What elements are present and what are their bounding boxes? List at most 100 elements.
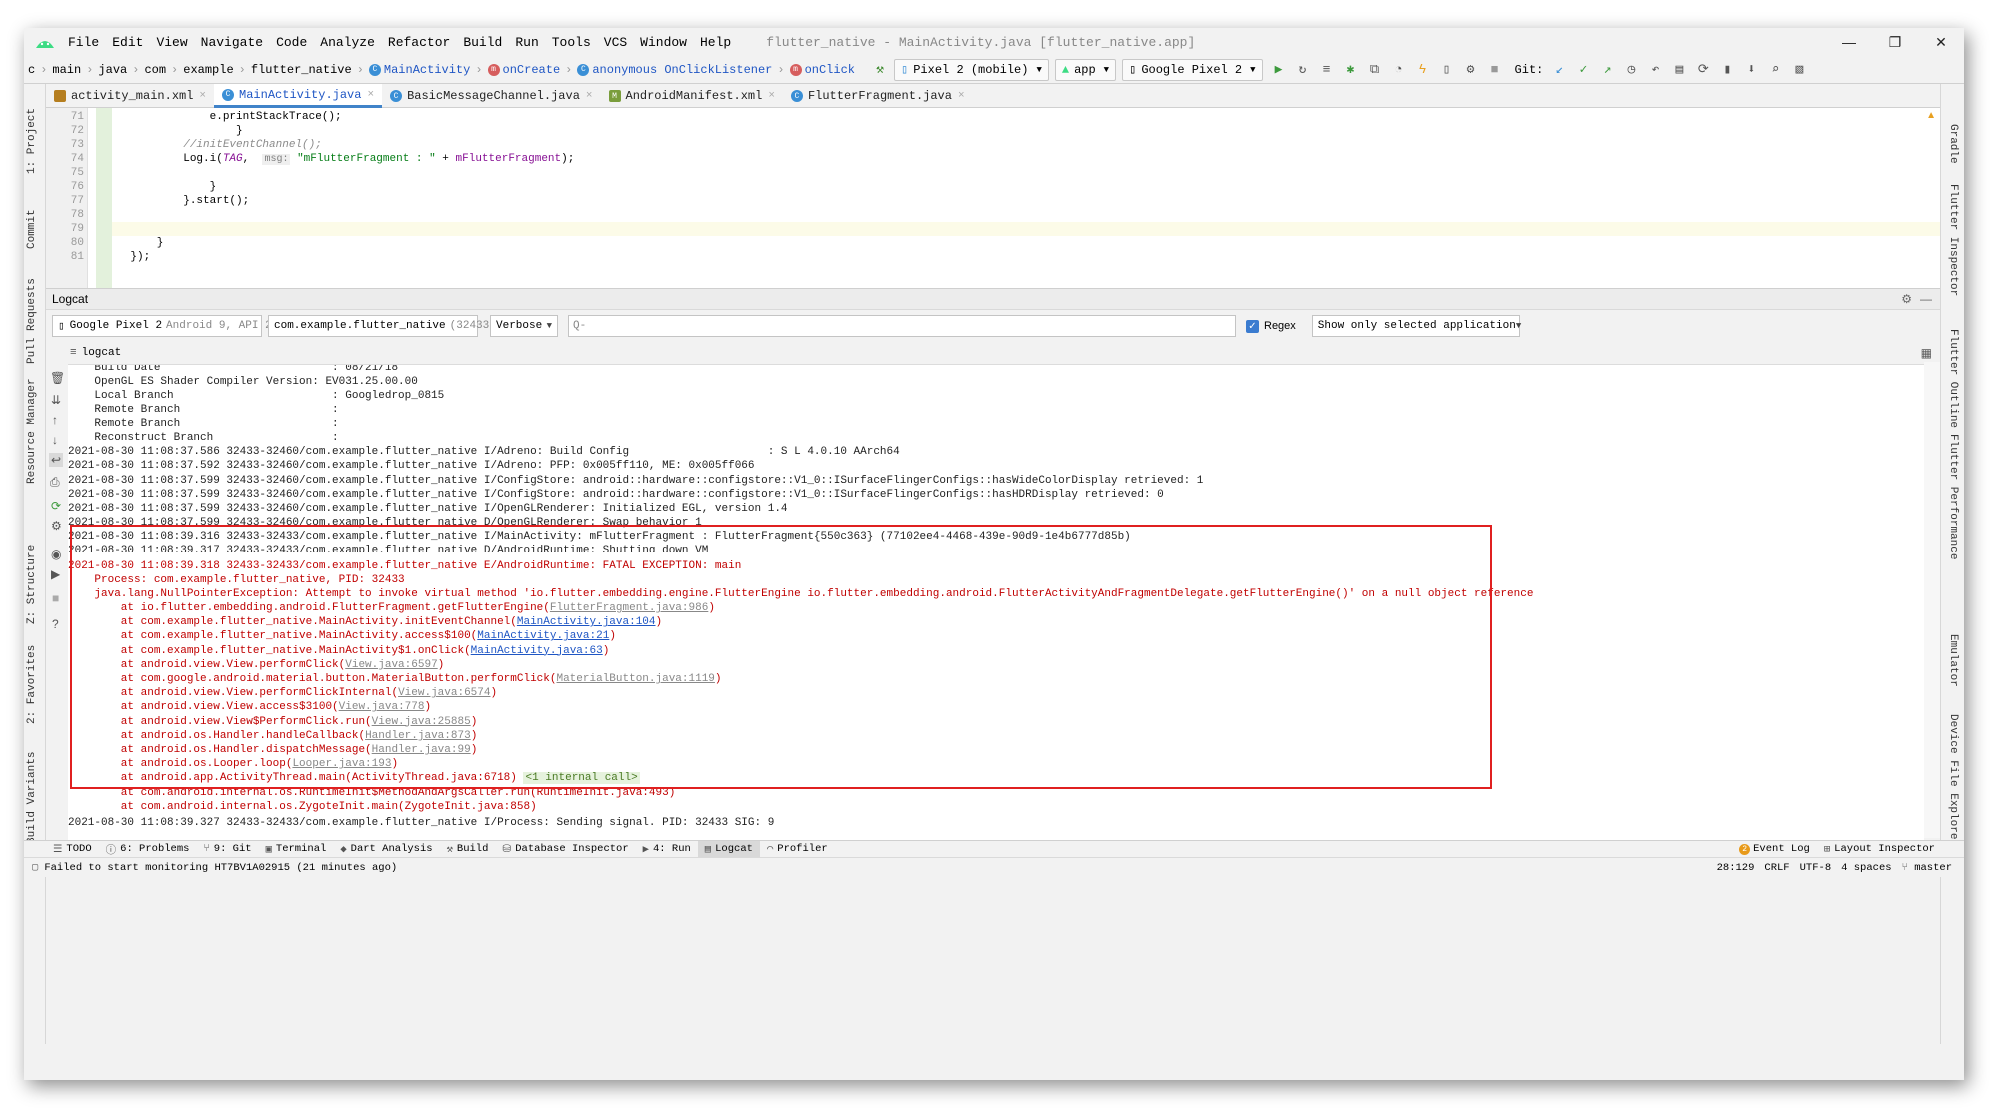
menu-file[interactable]: File [68,35,99,50]
menu-code[interactable]: Code [276,35,307,50]
log-scrollbar[interactable] [1924,362,1940,838]
breadcrumb-item[interactable]: main [49,63,84,77]
flutter-attach-icon[interactable]: ⚙ [1461,60,1481,80]
device-select[interactable]: ▯Google Pixel 2Android 9, API 2▼ [52,315,285,337]
menu-edit[interactable]: Edit [112,35,143,50]
tab-activity-main-xml[interactable]: activity_main.xml × [46,84,214,108]
source-link[interactable]: Looper.java:193 [292,758,391,770]
apply-changes-icon[interactable]: ↻ [1293,60,1313,80]
git-branch[interactable]: ⑂ master [1902,862,1952,874]
source-link[interactable]: Handler.java:873 [365,730,471,742]
tool-logcat[interactable]: ▤ Logcat [697,840,760,858]
terminate-icon[interactable]: ■ [52,591,59,605]
source-link[interactable]: FlutterFragment.java:986 [550,602,708,614]
tool-window-structure[interactable]: Z: Structure [26,545,38,624]
tool-build[interactable]: ⚒ Build [440,841,496,858]
source-link[interactable]: MainActivity.java:63 [471,645,603,657]
restart-icon[interactable]: ⟳ [51,499,61,513]
tab-basic-message-channel-java[interactable]: C BasicMessageChannel.java × [382,84,600,108]
tool-window-gradle[interactable]: Gradle [1947,124,1959,164]
close-button[interactable]: ✕ [1918,28,1964,56]
tool-window-flutter-inspector[interactable]: Flutter Inspector [1947,184,1959,296]
tool-window-emulator[interactable]: Emulator [1947,634,1959,687]
restore-button[interactable]: ❐ [1872,28,1918,56]
regex-checkbox[interactable]: ✓ Regex [1246,319,1296,333]
tool-profiler[interactable]: ◠ Profiler [760,841,835,858]
tab-flutter-fragment-java[interactable]: C FlutterFragment.java × [783,84,973,108]
hide-panel-icon[interactable]: — [1920,292,1932,306]
tab-android-manifest-xml[interactable]: M AndroidManifest.xml × [601,84,783,108]
line-separator[interactable]: CRLF [1764,862,1789,874]
tool-layout-inspector[interactable]: ⊞ Layout Inspector [1817,841,1942,858]
apply-code-changes-icon[interactable]: ≡ [1317,60,1337,80]
tool-event-log[interactable]: 2 Event Log [1732,841,1817,858]
sync-gradle-icon[interactable]: ⟳ [1693,60,1713,80]
breadcrumb-anonymous[interactable]: Canonymous OnClickListener [574,63,775,77]
menu-analyze[interactable]: Analyze [320,35,375,50]
help-icon[interactable]: ? [52,617,59,631]
soft-wrap-icon[interactable]: ↩ [49,453,64,467]
breadcrumb-class[interactable]: C MainActivity [366,63,473,77]
process-select[interactable]: com.example.flutter_native(32433)▼ [268,315,501,337]
source-link[interactable]: View.java:6574 [398,687,490,699]
tool-dart-analysis[interactable]: ◆ Dart Analysis [333,841,439,858]
flutter-hot-reload-icon[interactable]: ϟ [1413,60,1433,80]
source-link[interactable]: MaterialButton.java:1119 [556,673,714,685]
menu-window[interactable]: Window [640,35,687,50]
source-link[interactable]: Handler.java:99 [372,744,471,756]
gear-icon[interactable]: ⚙ [1901,292,1912,306]
breadcrumb-item[interactable]: java [95,63,130,77]
tool-terminal[interactable]: ▣ Terminal [259,841,334,858]
tool-window-project[interactable]: 1: Project [26,108,38,174]
breadcrumb-item[interactable]: com [141,63,169,77]
tool-database-inspector[interactable]: ⛁ Database Inspector [495,841,635,858]
sdk-manager-icon[interactable]: ⬇ [1741,60,1761,80]
run-config-dropdown[interactable]: ▲ app ▼ [1054,58,1117,81]
run-icon[interactable]: ▶ [1269,60,1289,80]
print-icon[interactable]: ⎙ [50,475,60,490]
tool-window-device-file-explorer[interactable]: Device File Explorer [1947,714,1959,846]
source-link[interactable]: View.java:778 [339,701,425,713]
file-encoding[interactable]: UTF-8 [1800,862,1832,874]
tool-window-flutter-outline[interactable]: Flutter Outline [1947,329,1959,428]
menu-run[interactable]: Run [515,35,538,50]
git-push-icon[interactable]: ↗ [1597,60,1617,80]
tool-todo[interactable]: ☰ TODO [46,841,99,858]
rollback-icon[interactable]: ↶ [1645,60,1665,80]
menu-navigate[interactable]: Navigate [201,35,263,50]
source-link[interactable]: MainActivity.java:21 [477,630,609,642]
minimize-button[interactable]: — [1826,28,1872,56]
screenshot-icon[interactable]: ◉ [51,547,61,561]
tool-window-commit[interactable]: Commit [26,209,38,249]
search-input[interactable]: Q- [568,315,1236,337]
debug-icon[interactable]: ✱ [1341,60,1361,80]
scroll-to-end-icon[interactable]: ⇊ [51,393,61,407]
source-link[interactable]: View.java:25885 [372,716,471,728]
profile-icon[interactable]: ◔ [1389,60,1409,80]
close-tab-icon[interactable]: × [586,90,593,102]
device-manager-icon[interactable]: ▯ [1437,60,1457,80]
tool-git[interactable]: ⑂ 9: Git [196,841,258,858]
user-icon[interactable]: ▧ [1789,60,1809,80]
tool-problems[interactable]: ⓘ 6: Problems [99,841,197,858]
tool-window-flutter-performance[interactable]: Flutter Performance [1947,434,1959,559]
menu-vcs[interactable]: VCS [604,35,627,50]
status-message[interactable]: Failed to start monitoring HT7BV1A02915 … [44,862,397,874]
search-icon[interactable]: ⌕ [1765,60,1785,80]
tool-window-pull-requests[interactable]: Pull Requests [26,278,38,364]
source-link[interactable]: View.java:6597 [345,659,437,671]
git-update-icon[interactable]: ↙ [1549,60,1569,80]
source-link[interactable]: MainActivity.java:104 [517,616,656,628]
tool-window-build-variants[interactable]: Build Variants [26,752,38,844]
up-stack-trace-icon[interactable]: ↑ [52,413,58,427]
git-commit-icon[interactable]: ✓ [1573,60,1593,80]
close-tab-icon[interactable]: × [199,90,206,102]
clear-logcat-icon[interactable]: 🗑 [50,371,65,385]
history-icon[interactable]: ◷ [1621,60,1641,80]
breadcrumb-method[interactable]: m onCreate [485,63,564,77]
menu-view[interactable]: View [156,35,187,50]
menu-help[interactable]: Help [700,35,731,50]
device-config-dropdown[interactable]: ▯ Pixel 2 (mobile) ▼ [894,58,1049,81]
project-structure-icon[interactable]: ▤ [1669,60,1689,80]
stop-icon[interactable]: ■ [1485,60,1505,80]
